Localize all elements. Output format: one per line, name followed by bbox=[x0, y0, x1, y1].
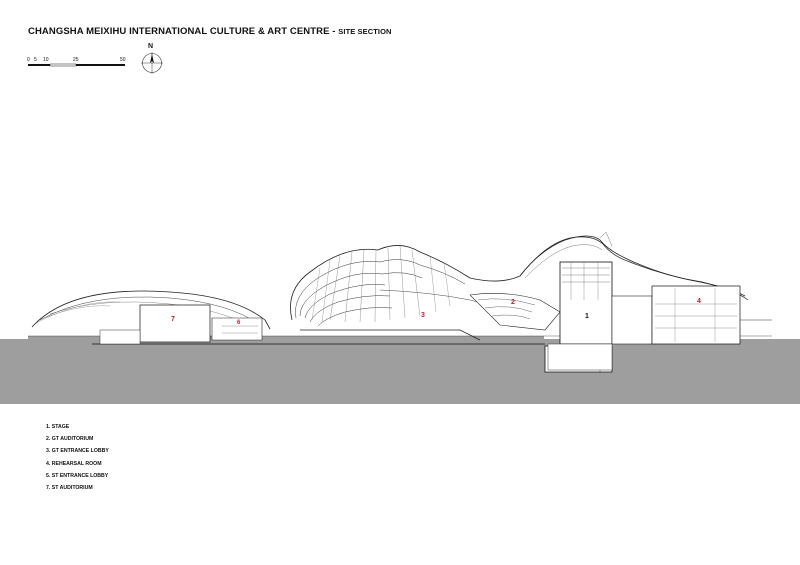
legend-item: 4. REHEARSAL ROOM bbox=[46, 460, 102, 467]
ground-mass bbox=[0, 339, 800, 404]
room-number: 1 bbox=[585, 313, 589, 320]
room-number: 7 bbox=[171, 316, 175, 323]
legend-item: 3. GT ENTRANCE LOBBY bbox=[46, 448, 109, 455]
room-number: 3 bbox=[421, 312, 425, 319]
legend: 1. STAGE 2. GT AUDITORIUM 3. GT ENTRANCE… bbox=[46, 421, 109, 494]
legend-item: 7. ST AUDITORIUM bbox=[46, 484, 93, 491]
room-number: 2 bbox=[511, 299, 515, 306]
room-number: 4 bbox=[697, 298, 701, 305]
legend-item: 5. ST ENTRANCE LOBBY bbox=[46, 472, 109, 479]
legend-item: 1. STAGE bbox=[46, 424, 70, 430]
legend-item: 2. GT AUDITORIUM bbox=[46, 436, 94, 443]
room-number: 6 bbox=[237, 320, 241, 326]
site-section-drawing bbox=[0, 231, 800, 404]
